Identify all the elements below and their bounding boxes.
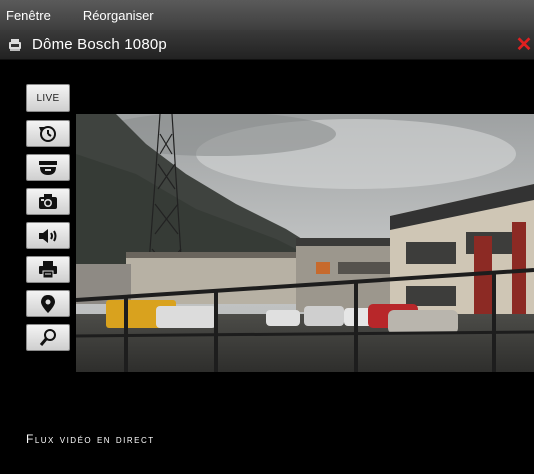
live-button[interactable]: LIVE xyxy=(26,84,70,112)
zoom-magnifier-icon xyxy=(39,328,56,346)
close-icon[interactable]: ✕ xyxy=(514,34,534,56)
dome-camera-button[interactable] xyxy=(26,154,70,181)
menu-fenetre[interactable]: Fenêtre xyxy=(6,8,51,23)
live-label: LIVE xyxy=(36,92,60,104)
middle-building xyxy=(296,242,406,312)
video-frame xyxy=(76,114,534,372)
menu-bar: Fenêtre Réorganiser xyxy=(0,0,534,30)
zoom-button[interactable] xyxy=(26,324,70,351)
audio-speaker-icon xyxy=(39,228,57,243)
window-title: Dôme Bosch 1080p xyxy=(32,36,167,53)
status-text: Flux vidéo en direct xyxy=(26,432,155,446)
window-title-bar: Dôme Bosch 1080p ✕ xyxy=(0,30,534,60)
audio-button[interactable] xyxy=(26,222,70,249)
camera-icon xyxy=(9,38,21,51)
location-button[interactable] xyxy=(26,290,70,317)
location-pin-icon xyxy=(41,294,55,313)
dome-camera-icon xyxy=(39,160,57,175)
menu-reorganiser[interactable]: Réorganiser xyxy=(83,8,154,23)
playback-button[interactable] xyxy=(26,120,70,147)
playback-icon xyxy=(39,125,56,142)
live-video-feed[interactable] xyxy=(76,114,534,372)
snapshot-camera-icon xyxy=(39,193,57,209)
snapshot-button[interactable] xyxy=(26,188,70,215)
camera-toolbar: LIVE xyxy=(26,84,70,358)
print-icon xyxy=(39,260,57,278)
print-button[interactable] xyxy=(26,256,70,283)
